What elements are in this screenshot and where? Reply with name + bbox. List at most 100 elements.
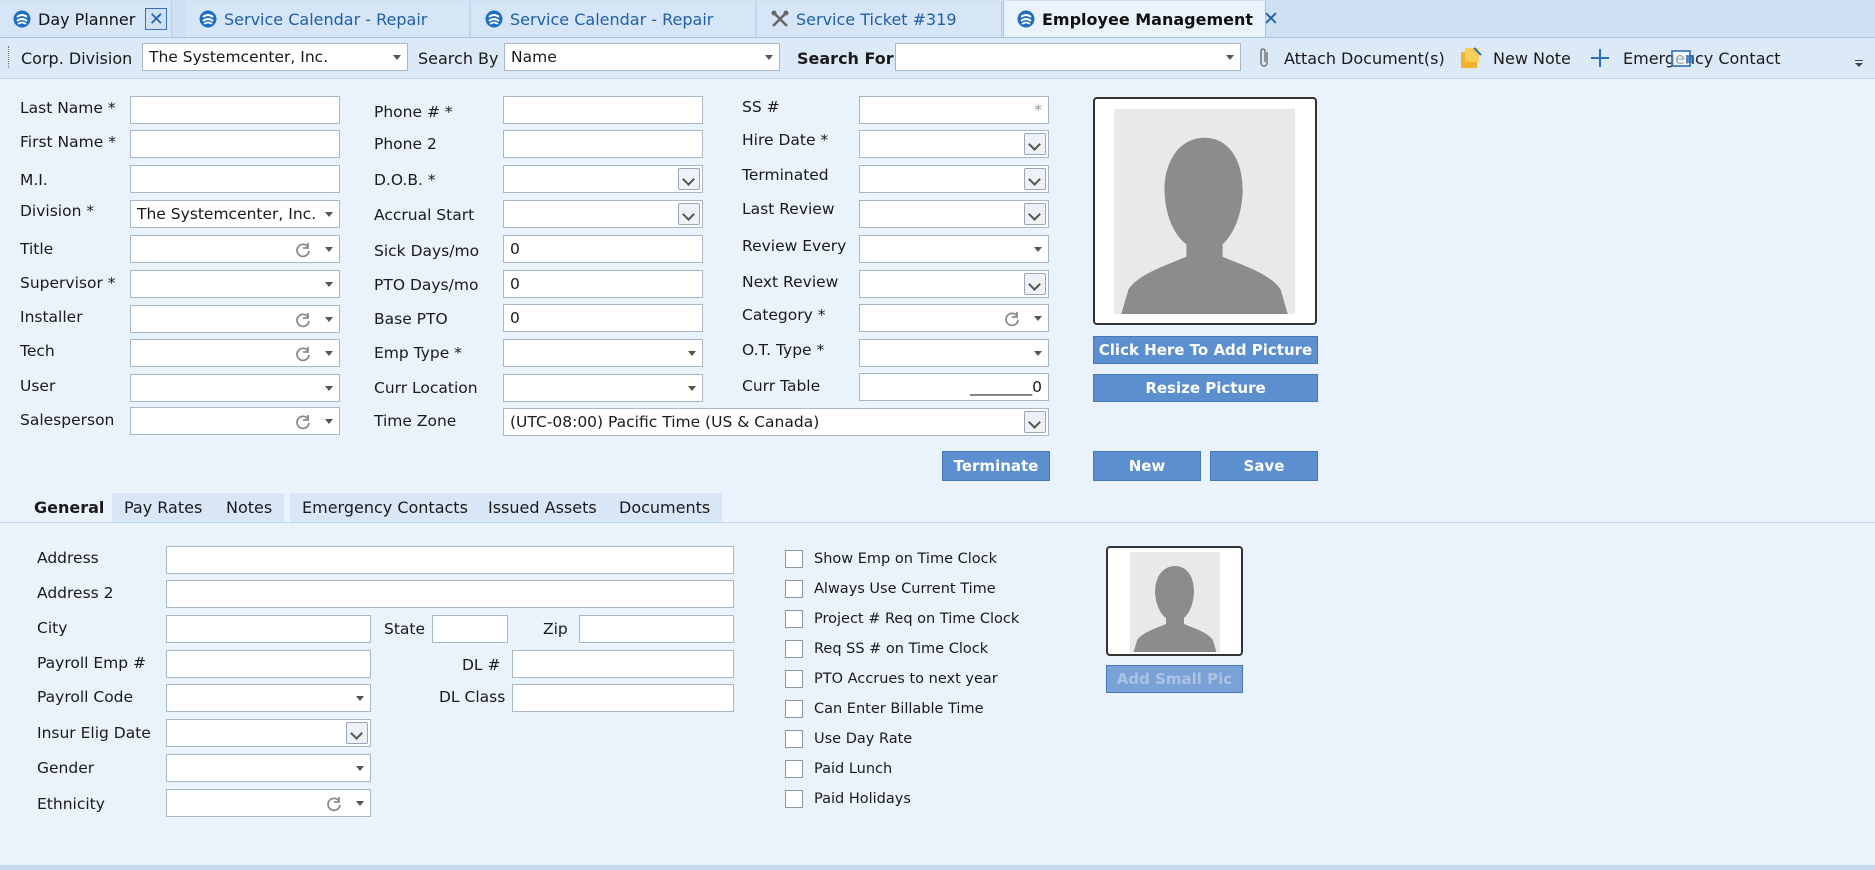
salesperson-select[interactable] (130, 407, 340, 435)
calendar-dropdown-icon[interactable] (678, 168, 700, 190)
new-note-button[interactable]: New Note (1459, 45, 1571, 71)
user-select[interactable] (130, 374, 340, 402)
tab-service-calendar-2[interactable]: Service Calendar - Repair (472, 1, 756, 37)
calendar-dropdown-icon[interactable] (1024, 133, 1046, 155)
review-every-select[interactable] (859, 235, 1049, 263)
calendar-dropdown-icon[interactable] (678, 203, 700, 225)
installer-select[interactable] (130, 305, 340, 333)
refresh-icon[interactable] (324, 794, 344, 814)
tech-select[interactable] (130, 339, 340, 367)
pto-accrues-checkbox[interactable] (785, 670, 803, 688)
tab-service-calendar-1[interactable]: Service Calendar - Repair (186, 1, 470, 37)
corp-division-select[interactable]: The Systemcenter, Inc. (142, 43, 408, 71)
curr-table-field[interactable]: ________0 (859, 373, 1049, 401)
address-field[interactable] (166, 546, 734, 574)
add-picture-button[interactable]: Click Here To Add Picture (1093, 336, 1318, 364)
dl-class-field[interactable] (512, 684, 734, 712)
phone2-field[interactable] (503, 130, 703, 158)
tab-emergency-contacts[interactable]: Emergency Contacts (290, 493, 480, 522)
ot-type-select[interactable] (859, 339, 1049, 367)
supervisor-select[interactable] (130, 270, 340, 298)
tab-general[interactable]: General (22, 493, 117, 522)
emp-type-label: Emp Type * (374, 344, 462, 362)
state-field[interactable] (432, 615, 508, 643)
refresh-icon[interactable] (293, 412, 313, 432)
mi-field[interactable] (130, 165, 340, 193)
payroll-code-select[interactable] (166, 684, 371, 712)
tab-service-ticket[interactable]: Service Ticket #319 (758, 1, 1002, 37)
mi-label: M.I. (20, 171, 48, 189)
use-day-rate-checkbox[interactable] (785, 730, 803, 748)
small-photo-frame[interactable] (1106, 546, 1243, 656)
chevron-down-icon (325, 247, 333, 252)
hire-date-field[interactable] (859, 130, 1049, 158)
tab-employee-management[interactable]: Employee Management ✕ (1003, 1, 1279, 37)
curr-location-select[interactable] (503, 374, 703, 402)
address2-field[interactable] (166, 580, 734, 608)
tab-label: Service Calendar - Repair (224, 9, 428, 29)
base-pto-field[interactable]: 0 (503, 304, 703, 332)
dob-date-field[interactable] (503, 165, 703, 193)
chevron-down-icon[interactable] (1024, 411, 1046, 433)
resize-picture-button[interactable]: Resize Picture (1093, 374, 1318, 402)
project-req-on-time-clock-checkbox[interactable] (785, 610, 803, 628)
zip-field[interactable] (579, 615, 734, 643)
first-name-field[interactable] (130, 130, 340, 158)
always-use-current-time-checkbox[interactable] (785, 580, 803, 598)
emp-type-select[interactable] (503, 339, 703, 367)
sick-days-value: 0 (510, 240, 520, 258)
search-by-select[interactable]: Name (504, 43, 780, 71)
next-review-date-field[interactable] (859, 270, 1049, 298)
time-zone-value: (UTC-08:00) Pacific Time (US & Canada) (510, 413, 820, 431)
employee-photo-frame[interactable] (1093, 97, 1317, 325)
category-select[interactable] (859, 304, 1049, 332)
emergency-contact-button[interactable]: Emergency Contact (1589, 45, 1781, 71)
refresh-icon[interactable] (1002, 309, 1022, 329)
insur-elig-date-field[interactable] (166, 719, 371, 747)
refresh-icon[interactable] (293, 310, 313, 330)
calendar-dropdown-icon[interactable] (346, 722, 368, 744)
address-label: Address (37, 549, 99, 567)
show-emp-on-time-clock-checkbox[interactable] (785, 550, 803, 568)
calendar-dropdown-icon[interactable] (1024, 273, 1046, 295)
division-select[interactable]: The Systemcenter, Inc. (130, 200, 340, 228)
tab-documents[interactable]: Documents (607, 493, 723, 522)
search-for-input[interactable] (895, 43, 1241, 71)
payroll-emp-field[interactable] (166, 650, 371, 678)
ethnicity-select[interactable] (166, 789, 371, 817)
city-field[interactable] (166, 615, 371, 643)
ss-field[interactable]: * (859, 96, 1049, 124)
last-name-field[interactable] (130, 96, 340, 124)
tab-notes[interactable]: Notes (214, 493, 285, 522)
title-select[interactable] (130, 235, 340, 263)
calendar-dropdown-icon[interactable] (1024, 203, 1046, 225)
gender-select[interactable] (166, 754, 371, 782)
paid-holidays-checkbox[interactable] (785, 790, 803, 808)
calendar-dropdown-icon[interactable] (1024, 168, 1046, 190)
toolbar-overflow-icon[interactable] (1855, 60, 1865, 70)
tab-issued-assets[interactable]: Issued Assets (476, 493, 609, 522)
toolbar-grip[interactable] (8, 46, 12, 68)
add-small-pic-button[interactable]: Add Small Pic (1106, 665, 1243, 693)
close-tab-icon[interactable]: ✕ (145, 8, 168, 30)
refresh-icon[interactable] (293, 344, 313, 364)
save-button[interactable]: Save (1210, 451, 1318, 481)
pto-days-field[interactable]: 0 (503, 270, 703, 298)
can-enter-billable-time-checkbox[interactable] (785, 700, 803, 718)
tab-pay-rates[interactable]: Pay Rates (112, 493, 215, 522)
phone-field[interactable] (503, 96, 703, 124)
sick-days-field[interactable]: 0 (503, 235, 703, 263)
last-review-date-field[interactable] (859, 200, 1049, 228)
req-ss-on-time-clock-checkbox[interactable] (785, 640, 803, 658)
terminated-date-field[interactable] (859, 165, 1049, 193)
tab-day-planner[interactable]: Day Planner ✕ (0, 1, 172, 37)
dl-field[interactable] (512, 650, 734, 678)
accrual-start-date-field[interactable] (503, 200, 703, 228)
time-zone-select[interactable]: (UTC-08:00) Pacific Time (US & Canada) (503, 408, 1049, 436)
attach-documents-button[interactable]: Attach Document(s) (1256, 45, 1445, 71)
close-tab-icon[interactable]: ✕ (1263, 8, 1279, 30)
refresh-icon[interactable] (293, 240, 313, 260)
new-button[interactable]: New (1093, 451, 1201, 481)
paid-lunch-checkbox[interactable] (785, 760, 803, 778)
terminate-button[interactable]: Terminate (942, 451, 1050, 481)
